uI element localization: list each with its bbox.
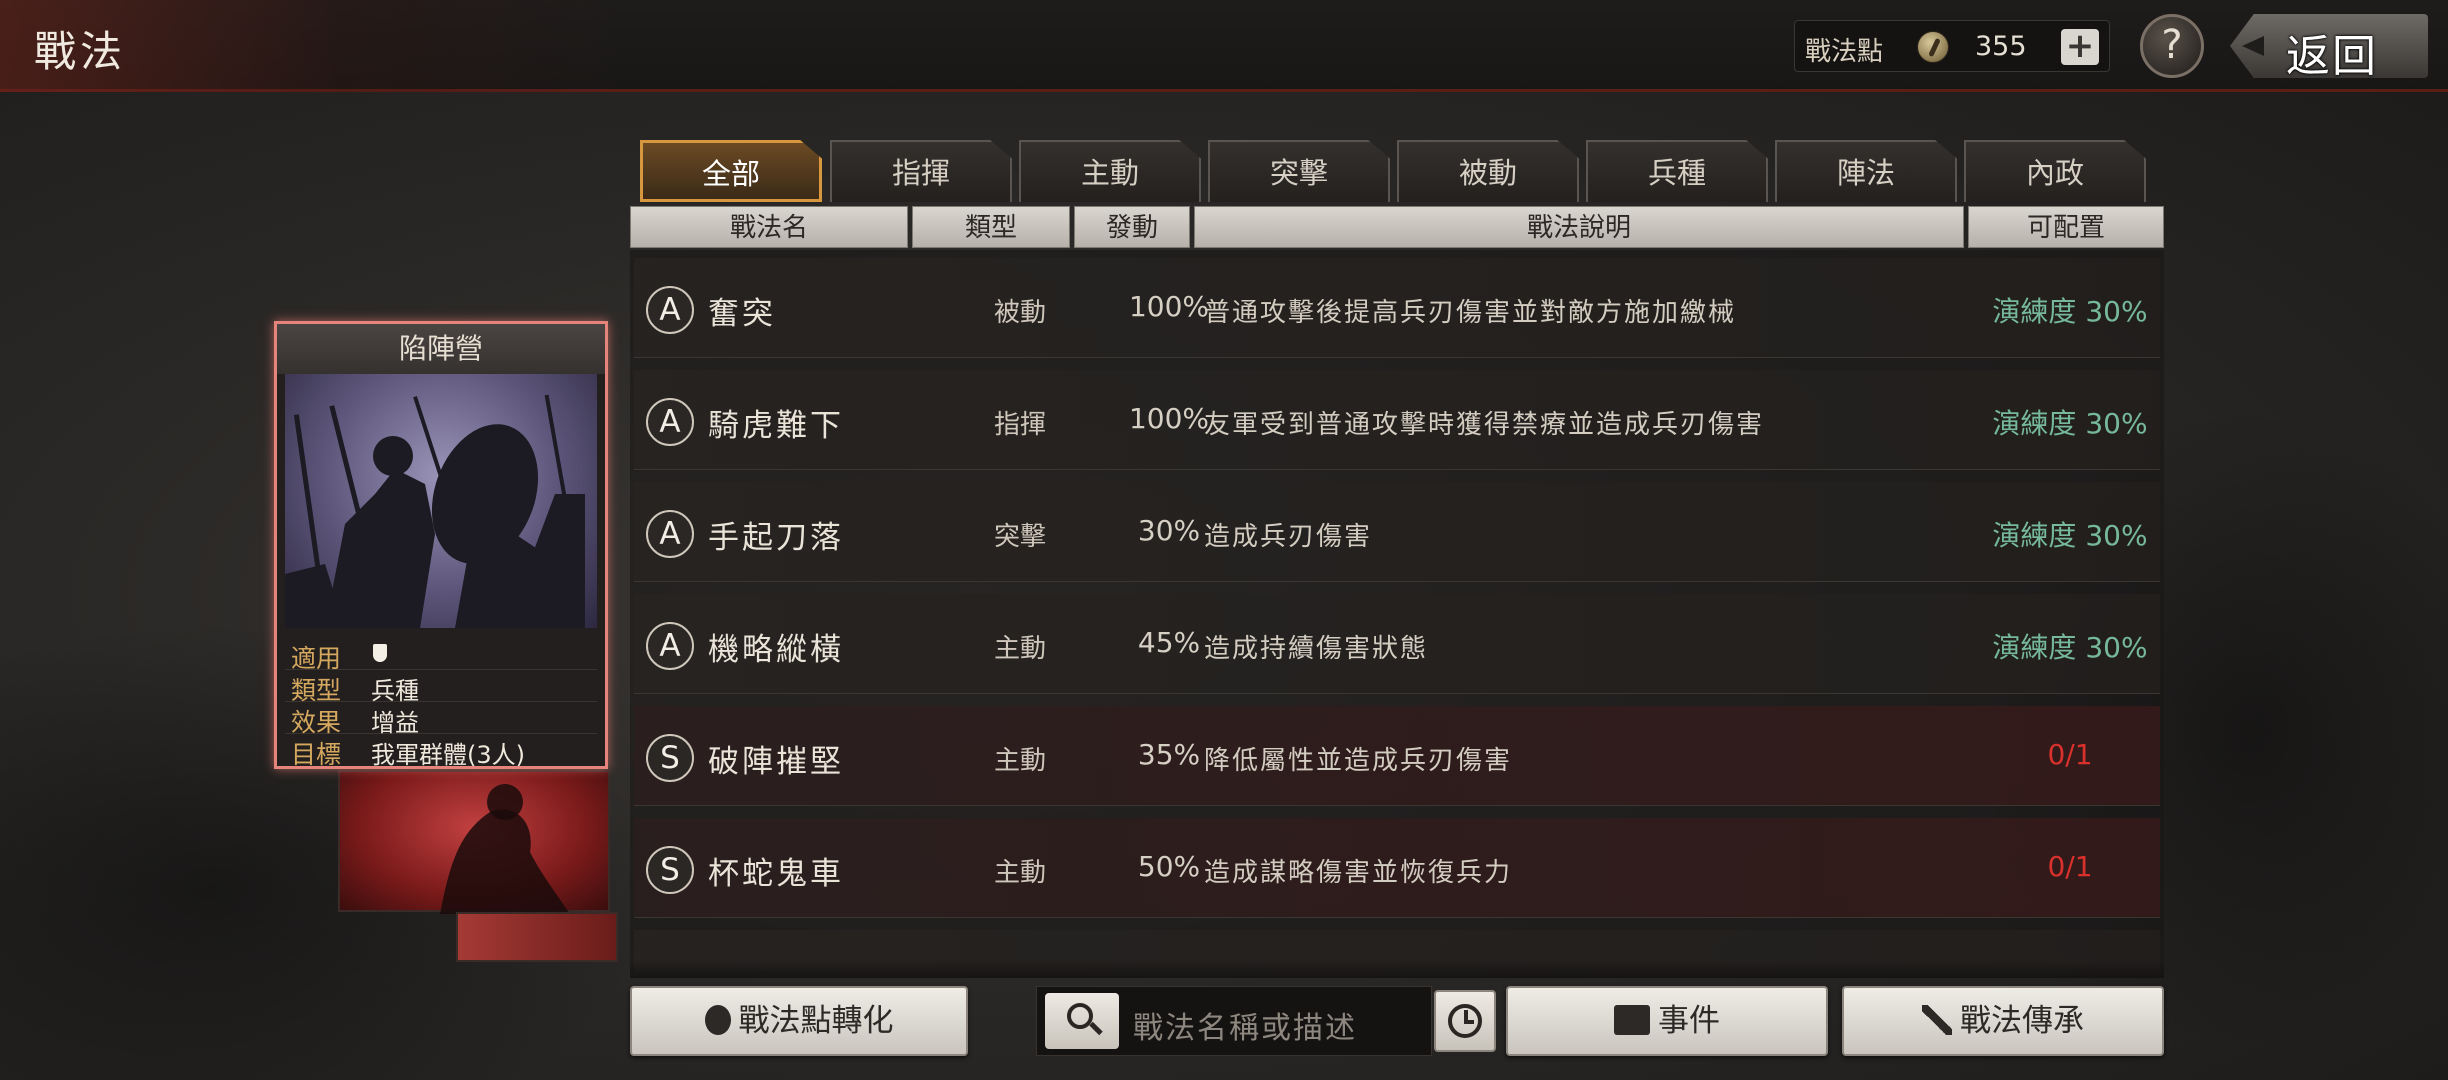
tab-active[interactable]: 主動 [1019,140,1201,202]
tab-formation[interactable]: 陣法 [1775,140,1957,202]
grade-badge: A [646,286,694,334]
convert-points-button[interactable]: 戰法點轉化 [630,986,968,1056]
tactic-points-display: 戰法點 355 + [1794,20,2110,72]
col-type-header[interactable]: 類型 [912,206,1070,248]
grade-badge: S [646,734,694,782]
tactic-type: 主動 [993,746,1046,776]
tactic-point-coin-icon [1917,31,1949,63]
hero-silhouette-art [440,784,570,914]
event-label: 事件 [1658,1003,1720,1039]
card-info-row: 效果 增益 [285,702,597,737]
flame-icon [704,1004,731,1035]
search-input[interactable]: 戰法名稱或描述 [1133,1003,1357,1047]
card-title: 陷陣營 [277,324,605,374]
card-info-key: 目標 [291,740,342,769]
col-name-header[interactable]: 戰法名 [630,206,908,248]
tactic-name: 破陣摧堅 [708,744,844,780]
tactic-name: 騎虎難下 [708,408,844,444]
tactic-type: 主動 [993,858,1046,888]
help-button[interactable]: ? [2140,14,2204,78]
convert-points-label: 戰法點轉化 [738,1003,894,1039]
page-title: 戰法 [34,27,127,76]
tab-internal[interactable]: 內政 [1964,140,2146,202]
event-button[interactable]: 事件 [1506,986,1828,1056]
col-desc-header: 戰法說明 [1194,206,1964,248]
hero-card-behind-2[interactable] [456,912,618,962]
card-info-row: 目標 我軍群體(3人) [285,734,597,769]
tactic-type: 突擊 [993,522,1046,552]
list-item[interactable]: S 杯蛇鬼車 主動 50% 造成謀略傷害並恢復兵力 0/1 [630,810,2164,922]
tab-all[interactable]: 全部 [640,140,822,202]
card-info-value: 增益 [371,709,419,737]
grade-badge: S [646,846,694,894]
card-info-value: 兵種 [371,677,419,705]
list-item[interactable]: S 破陣摧堅 主動 35% 降低屬性並造成兵刃傷害 0/1 [630,698,2164,810]
history-button[interactable] [1434,990,1496,1052]
tactic-points-value: 355 [1975,31,2027,62]
back-arrow-icon [2242,36,2264,56]
tactic-description: 友軍受到普通攻擊時獲得禁療並造成兵刃傷害 [1204,410,1765,440]
hero-card-behind[interactable] [338,770,610,914]
tactic-description: 普通攻擊後提高兵刃傷害並對敵方施加繳械 [1204,298,1737,328]
tab-assault[interactable]: 突擊 [1208,140,1390,202]
tactic-name: 手起刀落 [708,520,844,556]
book-icon [1614,1004,1650,1035]
tactic-status: 0/1 [2047,738,2093,771]
tactic-name: 機略縱橫 [708,632,844,668]
search-handle [1089,1021,1103,1036]
grade-badge: A [646,622,694,670]
back-button-label: 返回 [2286,31,2378,82]
tactic-description: 造成謀略傷害並恢復兵力 [1204,858,1513,888]
card-info-row: 適用 [285,638,597,673]
top-bar: 戰法 戰法點 355 + ? 返回 [0,0,2448,92]
row-background [634,482,2160,582]
list-item[interactable]: A 奮突 被動 100% 普通攻擊後提高兵刃傷害並對敵方施加繳械 演練度 30% [630,250,2164,362]
tactic-list[interactable]: A 奮突 被動 100% 普通攻擊後提高兵刃傷害並對敵方施加繳械 演練度 30%… [630,250,2164,974]
tactic-name: 杯蛇鬼車 [708,856,844,892]
list-item[interactable]: A 手起刀落 突擊 30% 造成兵刃傷害 演練度 30% [630,474,2164,586]
add-points-button[interactable]: + [2061,29,2099,65]
tactic-status: 演練度 30% [1992,295,2148,328]
column-header: 戰法名 類型 發動 戰法說明 可配置 [630,206,2164,248]
card-info-value: 我軍群體(3人) [371,741,525,769]
tab-troop[interactable]: 兵種 [1586,140,1768,202]
clock-hand-icon [1464,1020,1474,1024]
tactic-type: 被動 [993,298,1046,328]
col-config-header[interactable]: 可配置 [1968,206,2164,248]
list-item[interactable]: A 機略縱橫 主動 45% 造成持續傷害狀態 演練度 30% [630,586,2164,698]
tactic-status: 0/1 [2047,850,2093,883]
tactic-description: 降低屬性並造成兵刃傷害 [1204,746,1513,776]
card-info-row: 類型 兵種 [285,670,597,705]
category-tabs: 全部 指揮 主動 突擊 被動 兵種 陣法 內政 [640,140,2148,204]
search-field[interactable]: 戰法名稱或描述 [1036,986,1432,1056]
tab-command[interactable]: 指揮 [830,140,1012,202]
tactic-status: 演練度 30% [1992,519,2148,552]
col-rate-header[interactable]: 發動 [1074,206,1190,248]
hammer-icon [1922,1004,1952,1035]
shield-icon [373,644,387,662]
tactic-name: 奮突 [708,296,776,332]
search-icon[interactable] [1045,993,1119,1049]
tactic-description: 造成持續傷害狀態 [1204,634,1429,664]
tab-passive[interactable]: 被動 [1397,140,1579,202]
tactic-status: 演練度 30% [1992,631,2148,664]
inherit-tactic-button[interactable]: 戰法傳承 [1842,986,2164,1056]
back-button[interactable]: 返回 [2230,14,2428,78]
list-fade-edge [630,960,2164,978]
tactic-description: 造成兵刃傷害 [1204,522,1373,552]
list-item[interactable]: A 騎虎難下 指揮 100% 友軍受到普通攻擊時獲得禁療並造成兵刃傷害 演練度 … [630,362,2164,474]
inherit-tactic-label: 戰法傳承 [1960,1003,2084,1039]
tactic-points-label: 戰法點 [1805,37,1884,67]
card-info-table: 適用 類型 兵種 效果 增益 目標 我軍群體(3人) [285,638,597,769]
soldiers-silhouette-art [285,394,585,628]
card-artwork [285,374,597,628]
tactic-type: 指揮 [993,410,1046,440]
grade-badge: A [646,398,694,446]
grade-badge: A [646,510,694,558]
tactic-type: 主動 [993,634,1046,664]
selected-tactic-card[interactable]: 陷陣營 適用 類型 兵種 效果 增益 目標 我軍群體(3人) [274,321,608,769]
tactic-status: 演練度 30% [1992,407,2148,440]
